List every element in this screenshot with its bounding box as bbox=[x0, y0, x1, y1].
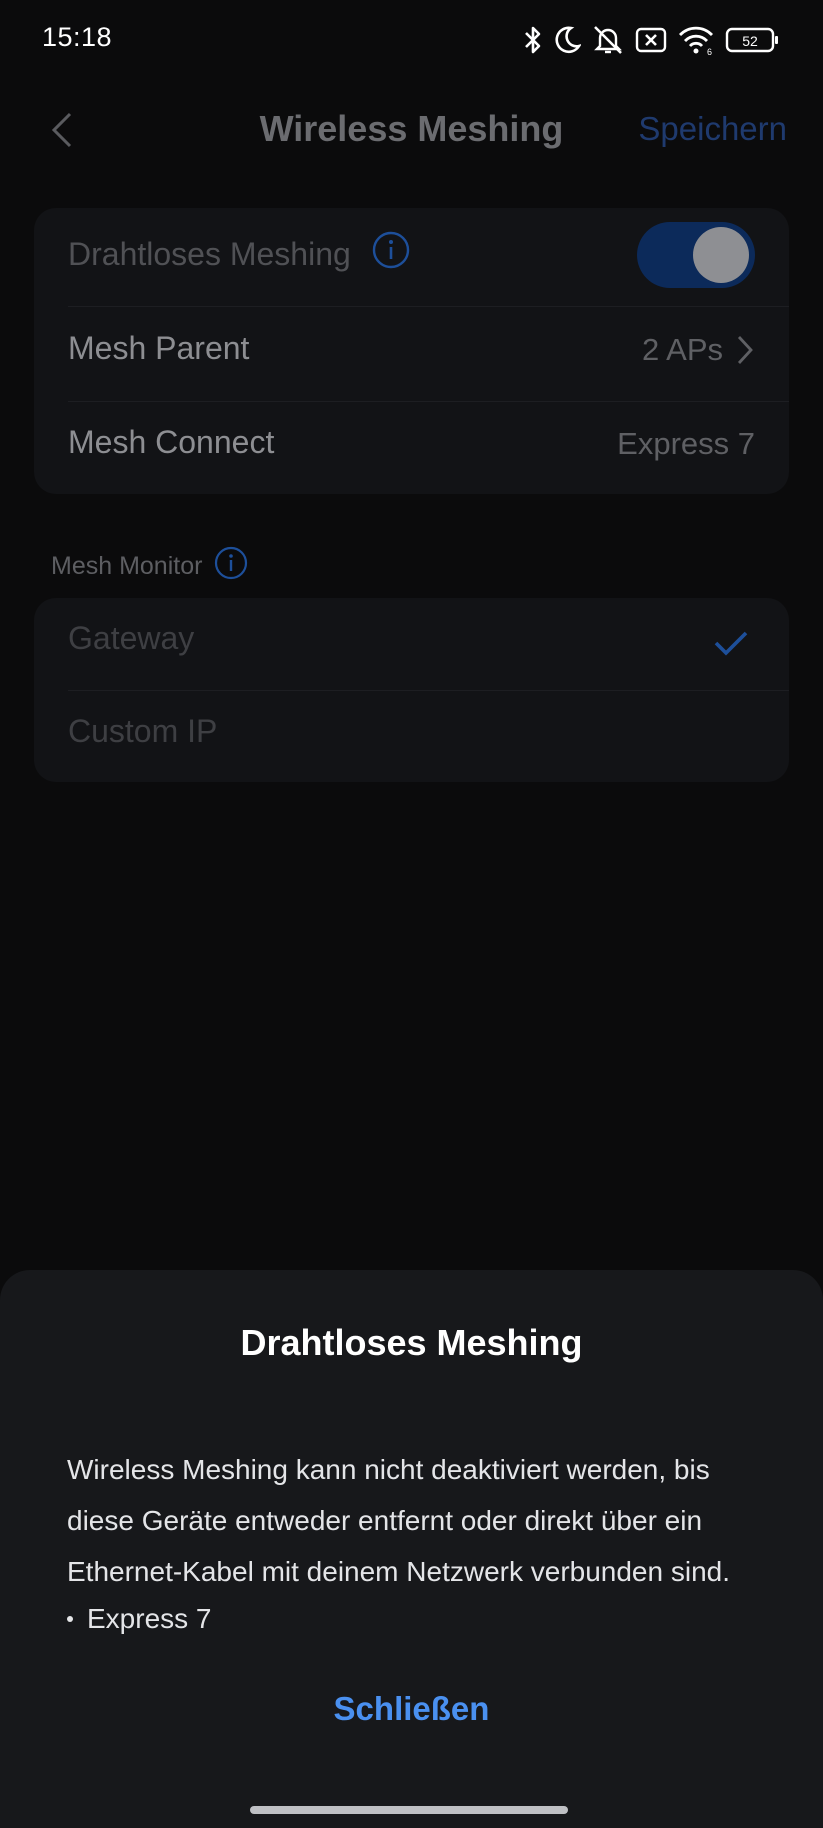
status-time: 15:18 bbox=[42, 22, 113, 52]
home-indicator[interactable] bbox=[250, 1806, 568, 1814]
muted-bell-icon bbox=[591, 24, 625, 56]
wireless-meshing-row: Drahtloses Meshing bbox=[34, 208, 789, 300]
mesh-parent-label: Mesh Parent bbox=[68, 330, 250, 366]
status-bar: 15:18 6 52 bbox=[0, 0, 823, 80]
mesh-connect-label: Mesh Connect bbox=[68, 424, 275, 460]
toggle-knob bbox=[693, 227, 749, 283]
mesh-parent-row[interactable]: Mesh Parent 2 APs bbox=[34, 308, 789, 400]
svg-text:6: 6 bbox=[707, 47, 712, 56]
custom-ip-label: Custom IP bbox=[68, 713, 218, 749]
status-icons: 6 52 bbox=[523, 22, 779, 58]
mesh-monitor-header: Mesh Monitor bbox=[51, 546, 248, 587]
sheet-message: Wireless Meshing kann nicht deaktiviert … bbox=[67, 1454, 731, 1587]
device-name: Express 7 bbox=[87, 1603, 212, 1634]
chevron-right-icon bbox=[737, 336, 753, 364]
mesh-monitor-label: Mesh Monitor bbox=[51, 552, 203, 580]
sim-off-icon bbox=[635, 26, 667, 54]
info-icon[interactable] bbox=[214, 546, 248, 587]
meshing-settings-card: Drahtloses Meshing Mesh Parent 2 APs Mes… bbox=[34, 208, 789, 494]
moon-icon bbox=[553, 25, 581, 55]
mesh-connect-value: Express 7 bbox=[617, 426, 755, 461]
wireless-meshing-label: Drahtloses Meshing bbox=[68, 235, 351, 272]
nav-bar: Wireless Meshing Speichern bbox=[0, 90, 823, 170]
gateway-label: Gateway bbox=[68, 620, 195, 656]
bullet-icon bbox=[67, 1615, 73, 1622]
save-button[interactable]: Speichern bbox=[638, 110, 787, 148]
bluetooth-icon bbox=[523, 24, 543, 56]
monitor-option-gateway[interactable]: Gateway bbox=[34, 598, 789, 690]
device-list-item: Express 7 bbox=[67, 1593, 212, 1644]
battery-level: 52 bbox=[742, 33, 758, 49]
mesh-parent-value: 2 APs bbox=[642, 332, 723, 367]
monitor-option-custom-ip[interactable]: Custom IP bbox=[34, 691, 789, 783]
info-bottom-sheet: Drahtloses Meshing Wireless Meshing kann… bbox=[0, 1270, 823, 1828]
wireless-meshing-toggle[interactable] bbox=[637, 222, 755, 288]
checkmark-icon bbox=[714, 631, 748, 656]
divider bbox=[68, 306, 789, 307]
sheet-title: Drahtloses Meshing bbox=[240, 1322, 583, 1363]
battery-icon: 52 bbox=[725, 25, 779, 55]
mesh-connect-row: Mesh Connect Express 7 bbox=[34, 402, 789, 494]
wifi-icon: 6 bbox=[677, 24, 715, 56]
close-button[interactable]: Schließen bbox=[0, 1690, 823, 1728]
info-icon[interactable] bbox=[371, 230, 411, 278]
mesh-monitor-card: Gateway Custom IP bbox=[34, 598, 789, 782]
